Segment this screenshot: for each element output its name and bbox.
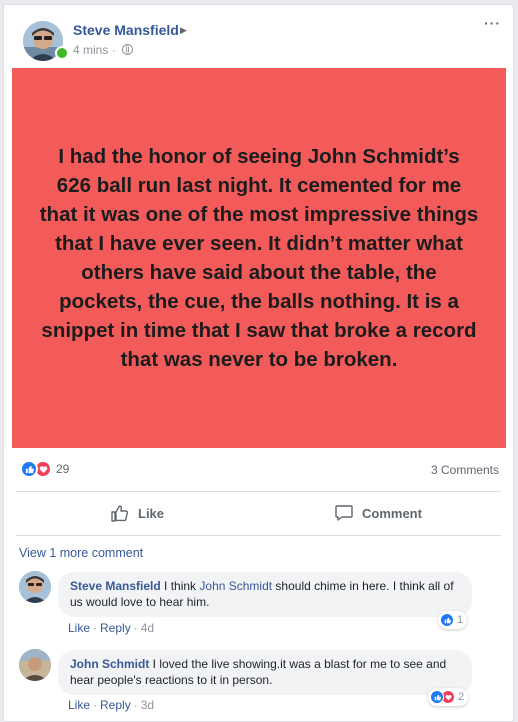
comment-time[interactable]: 4d [141, 621, 154, 635]
comment-reactions[interactable]: 1 [438, 611, 468, 629]
comment-author[interactable]: Steve Mansfield [70, 579, 161, 593]
reaction-count: 29 [56, 462, 70, 476]
post-time-text[interactable]: 4 mins [73, 43, 108, 57]
comment-like-link[interactable]: Like [68, 621, 90, 635]
reaction-summary[interactable]: 29 [20, 460, 69, 478]
like-button[interactable]: Like [110, 501, 164, 525]
comment-bubble-icon [335, 505, 353, 521]
comment-reply-link[interactable]: Reply [100, 698, 131, 712]
post-background: I had the honor of seeing John Schmidt’s… [12, 68, 506, 448]
like-icon [20, 460, 38, 478]
commenter-avatar[interactable] [19, 571, 51, 603]
comment-bubble: John Schmidt I loved the live showing.it… [58, 650, 472, 695]
comment-button-label: Comment [362, 505, 422, 521]
comment-reaction-count: 2 [458, 691, 465, 703]
comment-reaction-count: 1 [457, 614, 464, 626]
caret-right-icon: ▶ [180, 25, 187, 35]
thumbs-up-icon [111, 505, 129, 522]
comment-author[interactable]: John Schmidt [70, 657, 149, 671]
comment-reactions[interactable]: 2 [428, 688, 469, 706]
comment-like-link[interactable]: Like [68, 698, 90, 712]
post-text: I had the honor of seeing John Schmidt’s… [39, 145, 479, 371]
post-timestamp[interactable]: 4 mins · [73, 43, 134, 57]
online-status-dot [55, 46, 69, 60]
like-icon [440, 613, 454, 627]
comments-count-link[interactable]: 3 Comments [431, 463, 499, 477]
more-options-icon[interactable]: ··· [484, 15, 501, 31]
post-author-name[interactable]: Steve Mansfield [73, 22, 179, 38]
post-card: Steve Mansfield ▶ 4 mins · ··· I had the… [3, 4, 514, 722]
like-icon [430, 690, 444, 704]
comment-mention[interactable]: John Schmidt [199, 579, 272, 593]
comment-meta: Like · Reply · 4d [68, 621, 155, 635]
comment-reply-link[interactable]: Reply [100, 621, 131, 635]
divider [16, 535, 501, 536]
view-more-comments-link[interactable]: View 1 more comment [19, 546, 143, 560]
comment-time[interactable]: 3d [141, 698, 154, 712]
globe-icon [122, 44, 134, 55]
comment-bubble: Steve Mansfield I think John Schmidt sho… [58, 572, 472, 617]
commenter-avatar[interactable] [19, 649, 51, 681]
comment-text: I think [160, 579, 200, 593]
divider [16, 491, 501, 492]
comment-meta: Like · Reply · 3d [68, 698, 155, 712]
like-button-label: Like [138, 505, 165, 521]
comment-button[interactable]: Comment [334, 501, 422, 525]
